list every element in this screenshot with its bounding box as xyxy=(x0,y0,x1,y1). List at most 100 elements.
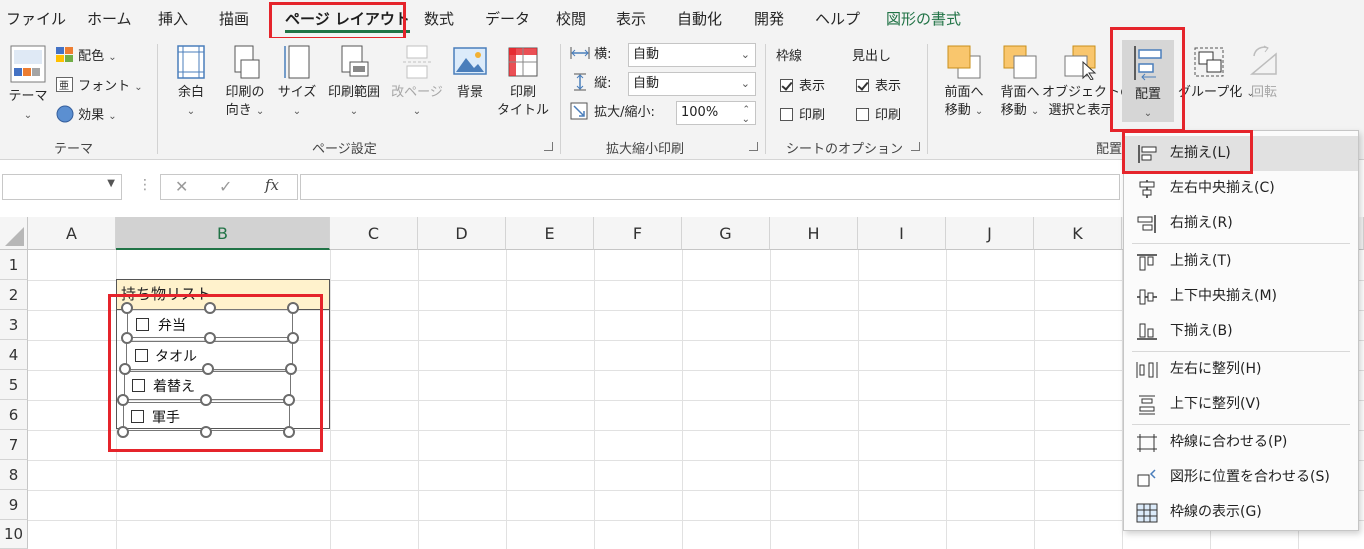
send-backward-button[interactable]: 背面へ 移動 ⌄ xyxy=(994,44,1046,121)
resize-handle[interactable] xyxy=(204,302,216,314)
rotate-button[interactable]: 回転 xyxy=(1244,44,1284,102)
column-header-g[interactable]: G xyxy=(682,217,770,250)
column-header-j[interactable]: J xyxy=(946,217,1034,250)
resize-handle[interactable] xyxy=(283,426,295,438)
gridlines-view-checkbox[interactable]: 表示 xyxy=(780,76,825,98)
tab-shape-format[interactable]: 図形の書式 xyxy=(886,0,961,38)
menu-item-align-left[interactable]: 左揃え(L) xyxy=(1124,136,1358,171)
tab-file[interactable]: ファイル xyxy=(6,0,66,38)
size-button[interactable]: サイズ ⌄ xyxy=(276,44,318,121)
enter-icon[interactable]: ✓ xyxy=(219,177,232,196)
theme-colors-label: 配色 xyxy=(78,49,105,64)
bring-forward-button[interactable]: 前面へ 移動 ⌄ xyxy=(938,44,990,121)
resize-handle[interactable] xyxy=(285,363,297,375)
group-button[interactable]: グループ化 ⌄ xyxy=(1178,44,1255,103)
tab-review[interactable]: 校閲 xyxy=(556,0,586,38)
menu-item-align-right[interactable]: 右揃え(R) xyxy=(1124,206,1358,241)
cancel-icon[interactable]: ✕ xyxy=(175,177,188,196)
tab-formulas[interactable]: 数式 xyxy=(424,0,454,38)
width-select[interactable]: 自動 ⌄ xyxy=(628,43,756,67)
tab-page-layout[interactable]: ページ レイアウト xyxy=(279,0,416,38)
menu-item-align-middle[interactable]: 上下中央揃え(M) xyxy=(1124,279,1358,314)
height-select[interactable]: 自動 ⌄ xyxy=(628,72,756,96)
chevron-down-icon: ⌄ xyxy=(108,111,117,122)
menu-item-distribute-vertical[interactable]: 上下に整列(V) xyxy=(1124,387,1358,422)
menu-item-view-gridlines[interactable]: 枠線の表示(G) xyxy=(1124,495,1358,530)
resize-handle[interactable] xyxy=(121,302,133,314)
tab-insert[interactable]: 挿入 xyxy=(158,0,188,38)
theme-fonts-button[interactable]: 亜 フォント ⌄ xyxy=(56,76,143,98)
column-header-c[interactable]: C xyxy=(330,217,418,250)
row-header-1[interactable]: 1 xyxy=(0,250,28,280)
drag-handle-icon[interactable]: ⋮ xyxy=(138,177,152,193)
resize-handle[interactable] xyxy=(287,302,299,314)
selection-pane-label-2: 選択と表示 xyxy=(1048,103,1114,118)
menu-item-align-bottom[interactable]: 下揃え(B) xyxy=(1124,314,1358,349)
select-all-button[interactable] xyxy=(0,217,28,250)
page-setup-launcher-icon[interactable] xyxy=(544,142,553,151)
resize-handle[interactable] xyxy=(287,332,299,344)
themes-button[interactable]: テーマ ⌄ xyxy=(6,44,50,125)
row-header-5[interactable]: 5 xyxy=(0,370,28,400)
selection-pane-button[interactable]: オブジェクトの 選択と表示 xyxy=(1042,44,1133,120)
sheet-options-launcher-icon[interactable] xyxy=(911,142,920,151)
scale-spinner[interactable]: 100% ⌃ ⌄ xyxy=(676,101,756,125)
resize-handle[interactable] xyxy=(200,394,212,406)
margins-button[interactable]: 余白 ⌄ xyxy=(168,44,214,121)
resize-handle[interactable] xyxy=(121,332,133,344)
scale-launcher-icon[interactable] xyxy=(749,142,758,151)
resize-handle[interactable] xyxy=(202,363,214,375)
column-header-a[interactable]: A xyxy=(28,217,116,250)
row-header-10[interactable]: 10 xyxy=(0,520,28,549)
headings-print-checkbox[interactable]: 印刷 xyxy=(856,105,901,127)
column-header-k[interactable]: K xyxy=(1034,217,1122,250)
row-header-2[interactable]: 2 xyxy=(0,280,28,310)
column-header-f[interactable]: F xyxy=(594,217,682,250)
gridlines-print-checkbox[interactable]: 印刷 xyxy=(780,105,825,127)
menu-item-distribute-horizontal[interactable]: 左右に整列(H) xyxy=(1124,352,1358,387)
orientation-label-1: 印刷の xyxy=(225,85,265,100)
breaks-button[interactable]: 改ページ ⌄ xyxy=(390,44,444,121)
menu-item-align-top[interactable]: 上揃え(T) xyxy=(1124,244,1358,279)
row-header-3[interactable]: 3 xyxy=(0,310,28,340)
spin-down-icon[interactable]: ⌄ xyxy=(742,109,750,131)
tab-automate[interactable]: 自動化 xyxy=(677,0,722,38)
formula-input[interactable] xyxy=(300,174,1120,200)
row-header-6[interactable]: 6 xyxy=(0,400,28,430)
row-header-7[interactable]: 7 xyxy=(0,430,28,460)
resize-handle[interactable] xyxy=(204,332,216,344)
column-header-h[interactable]: H xyxy=(770,217,858,250)
align-button[interactable]: 配置 ⌄ xyxy=(1122,40,1174,122)
column-header-d[interactable]: D xyxy=(418,217,506,250)
column-header-b[interactable]: B xyxy=(116,217,330,250)
theme-effects-button[interactable]: 効果 ⌄ xyxy=(56,105,117,127)
print-titles-button[interactable]: 印刷 タイトル xyxy=(496,44,550,120)
orientation-button[interactable]: 印刷の 向き ⌄ xyxy=(220,44,270,121)
resize-handle[interactable] xyxy=(117,394,129,406)
view-gridlines-icon xyxy=(1136,503,1158,523)
menu-item-align-center[interactable]: 左右中央揃え(C) xyxy=(1124,171,1358,206)
resize-handle[interactable] xyxy=(200,426,212,438)
tab-data[interactable]: データ xyxy=(485,0,530,38)
headings-view-checkbox[interactable]: 表示 xyxy=(856,76,901,98)
resize-handle[interactable] xyxy=(117,426,129,438)
resize-handle[interactable] xyxy=(283,394,295,406)
tab-view[interactable]: 表示 xyxy=(616,0,646,38)
row-header-8[interactable]: 8 xyxy=(0,460,28,490)
column-header-e[interactable]: E xyxy=(506,217,594,250)
background-button[interactable]: 背景 xyxy=(450,44,490,102)
tab-draw[interactable]: 描画 xyxy=(219,0,249,38)
resize-handle[interactable] xyxy=(119,363,131,375)
tab-home[interactable]: ホーム xyxy=(87,0,132,38)
tab-developer[interactable]: 開発 xyxy=(754,0,784,38)
theme-colors-button[interactable]: 配色 ⌄ xyxy=(56,46,117,68)
name-box[interactable]: ▼ xyxy=(2,174,122,200)
column-header-i[interactable]: I xyxy=(858,217,946,250)
row-header-9[interactable]: 9 xyxy=(0,490,28,520)
menu-item-snap-to-shape[interactable]: 図形に位置を合わせる(S) xyxy=(1124,460,1358,495)
row-header-4[interactable]: 4 xyxy=(0,340,28,370)
tab-help[interactable]: ヘルプ xyxy=(815,0,860,38)
menu-item-snap-to-grid[interactable]: 枠線に合わせる(P) xyxy=(1124,425,1358,460)
insert-function-icon[interactable]: fx xyxy=(265,176,279,194)
print-area-button[interactable]: 印刷範囲 ⌄ xyxy=(322,44,386,121)
